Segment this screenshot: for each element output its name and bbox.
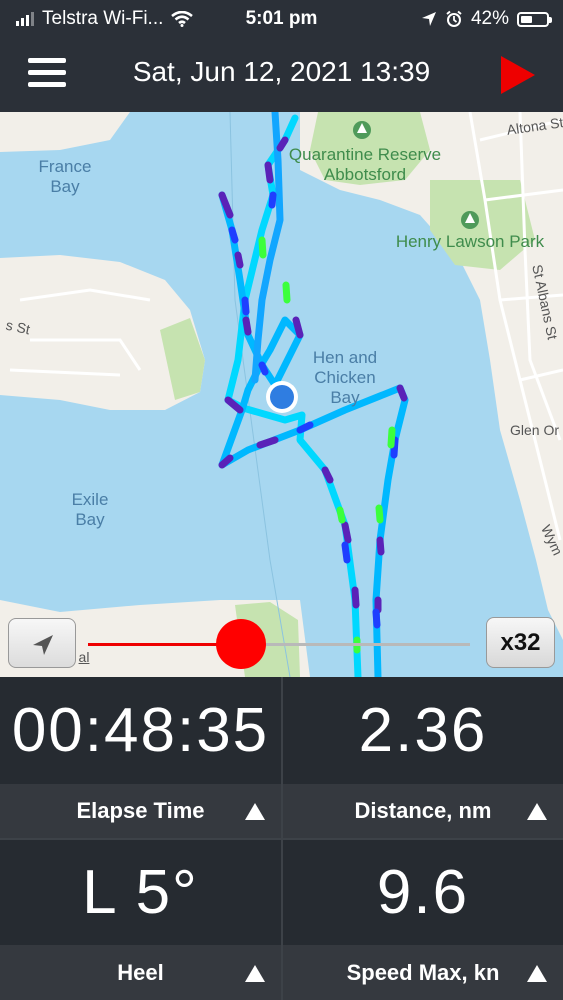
- distance-label-bar[interactable]: Distance, nm: [283, 784, 563, 838]
- north-west-land: [0, 112, 130, 152]
- battery-icon: [517, 11, 552, 27]
- distance-panel: 2.36: [283, 677, 563, 784]
- app-header: Sat, Jun 12, 2021 13:39: [0, 36, 563, 112]
- france-bay-label: France Bay: [38, 157, 92, 196]
- status-bar: Telstra Wi-Fi... 5:01 pm 42%: [0, 0, 563, 36]
- status-right: 42%: [421, 8, 552, 30]
- exile-bay-label: Exile Bay: [71, 490, 109, 529]
- triangle-up-icon[interactable]: [245, 964, 265, 982]
- quarantine-reserve-label: Quarantine Reserve Abbotsford: [288, 145, 442, 184]
- playback-slider-knob[interactable]: [215, 619, 266, 669]
- heel-label: Heel: [117, 959, 164, 985]
- distance-label: Distance, nm: [354, 798, 492, 823]
- battery-percent: 42%: [470, 8, 509, 29]
- alarm-icon: [446, 10, 462, 27]
- glen-orchard-label: Glen Or: [510, 422, 560, 438]
- elapse-time-label-bar[interactable]: Elapse Time: [0, 784, 281, 838]
- triangle-up-icon[interactable]: [527, 964, 547, 982]
- page-title: Sat, Jun 12, 2021 13:39: [132, 56, 431, 87]
- playback-speed-button[interactable]: x32: [486, 617, 555, 668]
- triangle-up-icon[interactable]: [527, 803, 547, 820]
- speed-max-label-bar[interactable]: Speed Max, kn: [283, 945, 563, 1000]
- elapse-time-value: 00:48:35: [11, 696, 270, 765]
- speed-max-value: 9.6: [376, 858, 470, 927]
- heel-label-bar[interactable]: Heel: [0, 945, 281, 1000]
- locate-button[interactable]: [8, 618, 76, 668]
- track-map[interactable]: France Bay Exile Bay Hen and Chicken Bay…: [0, 112, 563, 677]
- distance-value: 2.36: [358, 696, 488, 765]
- heel-value: L 5°: [82, 858, 199, 927]
- location-arrow-icon: [33, 635, 53, 655]
- location-arrow-icon: [421, 12, 436, 26]
- speed-max-panel: 9.6: [283, 840, 563, 945]
- elapse-time-label: Elapse Time: [76, 798, 205, 823]
- elapse-time-panel: 00:48:35: [0, 677, 281, 784]
- speed-max-label: Speed Max, kn: [346, 959, 500, 985]
- play-button[interactable]: [501, 56, 535, 94]
- map-attribution[interactable]: al: [74, 647, 94, 667]
- row-divider: [0, 838, 563, 840]
- heel-panel: L 5°: [0, 840, 281, 945]
- triangle-up-icon[interactable]: [245, 803, 265, 820]
- hen-chicken-bay-label: Hen and Chicken Bay: [312, 348, 378, 407]
